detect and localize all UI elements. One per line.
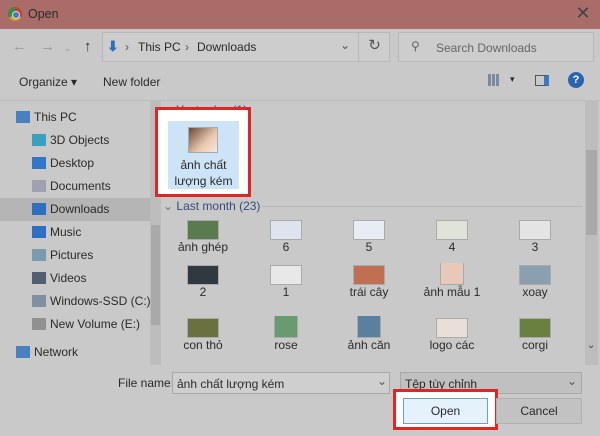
file-item[interactable]: 6 — [246, 218, 326, 266]
sidebar-item-windows-ssd-c[interactable]: Windows-SSD (C:) — [0, 290, 150, 312]
file-thumbnail — [353, 220, 385, 240]
sidebar-scroll-thumb[interactable] — [151, 225, 160, 325]
documents-icon — [32, 180, 46, 192]
sidebar-item-documents[interactable]: Documents — [0, 175, 150, 197]
new-folder-button[interactable]: New folder — [103, 75, 160, 89]
back-icon[interactable]: ← — [12, 38, 27, 55]
window-title: Open — [28, 7, 59, 21]
breadcrumb-downloads[interactable]: Downloads — [197, 40, 256, 54]
download-icon: ⬇ — [107, 38, 119, 54]
file-item[interactable]: 5 — [329, 218, 409, 266]
divider — [0, 100, 600, 101]
group-header-last-month[interactable]: ⌄ Last month (23) — [163, 199, 260, 213]
close-icon[interactable]: ✕ — [572, 3, 594, 24]
file-name-label: File name: — [118, 376, 175, 390]
organize-button[interactable]: Organize ▾ — [19, 75, 77, 89]
file-thumbnail — [187, 318, 219, 338]
sidebar-item-pictures[interactable]: Pictures — [0, 244, 150, 266]
file-thumbnail — [519, 318, 551, 338]
file-item[interactable]: ảnh căn — [329, 316, 409, 365]
open-button[interactable]: Open — [403, 398, 488, 424]
chevron-down-icon[interactable]: ⌄ — [377, 374, 387, 388]
file-thumbnail — [188, 127, 218, 153]
search-icon: ⚲ — [411, 39, 420, 53]
content-scroll-thumb[interactable] — [586, 150, 597, 235]
file-item[interactable]: 4 — [412, 218, 492, 266]
file-item[interactable]: rose — [246, 316, 326, 365]
file-item[interactable]: corgi — [495, 316, 575, 365]
selected-file-item[interactable]: ảnh chất lượng kém — [168, 121, 239, 189]
file-thumbnail — [187, 265, 219, 285]
file-thumbnail — [440, 263, 464, 285]
file-thumbnail — [519, 265, 551, 285]
sidebar-item-new-volume-e[interactable]: New Volume (E:) — [0, 313, 150, 335]
cancel-button[interactable]: Cancel — [496, 398, 582, 424]
file-thumbnail — [436, 220, 468, 240]
address-bar[interactable]: ⬇ › This PC › Downloads ⌄ — [102, 32, 390, 62]
title-bar — [0, 0, 600, 29]
preview-pane-icon[interactable] — [535, 75, 549, 86]
drive-icon — [32, 318, 46, 330]
file-thumbnail — [519, 220, 551, 240]
computer-icon — [16, 111, 30, 123]
file-name-input[interactable]: ảnh chất lượng kém ⌄ — [172, 372, 390, 394]
chrome-icon — [8, 7, 22, 21]
network-icon — [16, 346, 30, 358]
drive-icon — [32, 295, 46, 307]
sidebar-item-music[interactable]: Music — [0, 221, 150, 243]
chevron-down-icon[interactable]: ⌄ — [340, 38, 350, 52]
sidebar-item-network[interactable]: Network — [0, 341, 150, 363]
file-item[interactable]: trái cây — [329, 263, 409, 311]
file-item[interactable]: xoay — [495, 263, 575, 311]
sidebar-item-3d-objects[interactable]: 3D Objects — [0, 129, 150, 151]
file-item[interactable]: 2 — [163, 263, 243, 311]
pictures-icon — [32, 249, 46, 261]
sidebar-item-downloads[interactable]: Downloads — [0, 198, 150, 220]
file-thumbnail — [274, 316, 298, 338]
breadcrumb-this-pc[interactable]: This PC — [138, 40, 181, 54]
file-thumbnail — [270, 220, 302, 240]
file-item[interactable]: con thỏ — [163, 316, 243, 365]
file-item[interactable]: logo các — [412, 316, 492, 365]
search-input[interactable]: ⚲ Search Downloads — [398, 32, 594, 62]
file-thumbnail — [357, 316, 381, 338]
file-item[interactable]: ảnh ghép — [163, 218, 243, 266]
help-icon[interactable]: ? — [568, 72, 584, 88]
videos-icon — [32, 272, 46, 284]
file-thumbnail — [187, 220, 219, 240]
file-thumbnail — [353, 265, 385, 285]
recent-chevron-icon[interactable]: ⌄ — [64, 43, 72, 54]
refresh-icon[interactable]: ↻ — [358, 32, 390, 62]
scroll-down-icon[interactable]: ⌄ — [587, 340, 595, 351]
sidebar-item-videos[interactable]: Videos — [0, 267, 150, 289]
file-item[interactable]: ảnh mẫu 1 — [412, 263, 492, 311]
sidebar-item-desktop[interactable]: Desktop — [0, 152, 150, 174]
file-thumbnail — [270, 265, 302, 285]
group-divider — [262, 206, 582, 207]
sidebar-item-this-pc[interactable]: This PC — [0, 106, 150, 128]
forward-icon[interactable]: → — [40, 38, 55, 55]
cube-icon — [32, 134, 46, 146]
file-item[interactable]: 3 — [495, 218, 575, 266]
chevron-down-icon: ⌄ — [567, 374, 578, 388]
music-icon — [32, 226, 46, 238]
view-options-icon[interactable] — [488, 74, 500, 86]
view-chevron-icon[interactable]: ▾ — [510, 74, 515, 85]
file-item[interactable]: 1 — [246, 263, 326, 311]
desktop-icon — [32, 157, 46, 169]
up-icon[interactable]: ↑ — [84, 38, 92, 55]
file-thumbnail — [436, 318, 468, 338]
download-icon — [32, 203, 46, 215]
